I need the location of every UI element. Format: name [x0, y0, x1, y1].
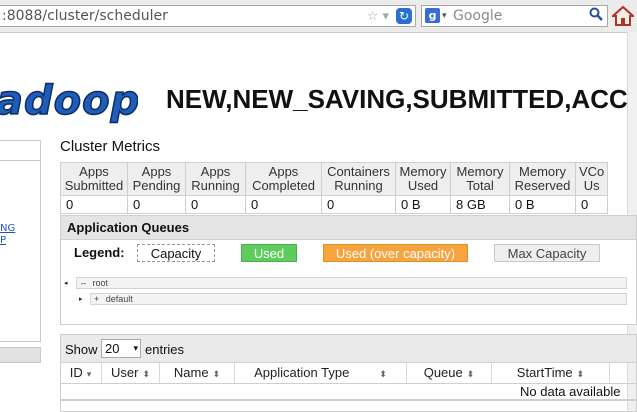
- metrics-value: 0: [321, 195, 396, 214]
- sort-desc-icon: ▾: [86, 369, 92, 379]
- metrics-value: 0: [245, 195, 322, 214]
- column-starttime[interactable]: StartTime ⬍: [492, 363, 610, 383]
- metrics-header-memory-used: Memory Used: [395, 162, 451, 196]
- column-queue[interactable]: Queue ⬍: [407, 363, 492, 383]
- address-bar[interactable]: :8088/cluster/scheduler ☆ ▾ ↻: [0, 5, 416, 27]
- column-user[interactable]: User ⬍: [102, 363, 160, 383]
- sidebar-header: [0, 140, 40, 161]
- queue-toggle[interactable]: +: [94, 294, 99, 304]
- chevron-down-icon[interactable]: ▾: [442, 6, 447, 26]
- metrics-value: 0: [60, 195, 128, 214]
- cluster-metrics-table: Apps Submitted Apps Pending Apps Running Ap…: [60, 162, 609, 214]
- metrics-value: 0: [185, 195, 246, 214]
- hadoop-logo: adoop: [0, 80, 138, 126]
- page-size-select[interactable]: 20 ▾: [101, 339, 141, 358]
- queue-root[interactable]: – root: [76, 277, 627, 289]
- column-application-type[interactable]: Application Type ⬍: [235, 363, 407, 383]
- page-title: NEW,NEW_SAVING,SUBMITTED,ACC: [166, 84, 628, 114]
- reload-icon[interactable]: ↻: [396, 8, 412, 24]
- no-data-message: No data available: [520, 384, 621, 399]
- column-id[interactable]: ID ▾: [60, 363, 102, 383]
- search-placeholder: Google: [453, 8, 503, 24]
- search-bar[interactable]: g ▾ Google: [421, 5, 608, 27]
- metrics-header-memory-total: Memory Total: [450, 162, 510, 196]
- metrics-header-apps-pending: Apps Pending: [127, 162, 186, 196]
- metrics-value: 8 GB: [450, 195, 510, 214]
- bookmark-star-icon[interactable]: ☆ ▾: [367, 7, 389, 27]
- legend-capacity: Capacity: [137, 244, 215, 262]
- metrics-header-memory-reserved: Memory Reserved: [509, 162, 576, 196]
- metrics-value: 0 B: [395, 195, 451, 214]
- sort-icon: ⬍: [212, 369, 221, 379]
- sidebar: [0, 140, 41, 342]
- legend-label: Legend:: [74, 245, 125, 260]
- logo-text: adoop: [0, 80, 138, 125]
- legend-max-capacity: Max Capacity: [494, 244, 600, 262]
- sidebar-footer: [0, 347, 41, 363]
- queue-name: root: [92, 278, 109, 288]
- search-icon[interactable]: [589, 7, 603, 21]
- legend-used: Used: [241, 244, 297, 262]
- metrics-header-apps-completed: Apps Completed: [245, 162, 322, 196]
- google-icon[interactable]: g: [425, 8, 440, 23]
- page-size-value: 20: [105, 341, 120, 356]
- sidebar-link-running[interactable]: NG: [0, 223, 15, 234]
- metrics-header-row: Apps Submitted Apps Pending Apps Running Ap…: [60, 162, 609, 196]
- sort-icon: ⬍: [142, 369, 150, 379]
- queue-name: default: [105, 294, 133, 304]
- metrics-header-vcores-used: VCo Us: [574, 162, 609, 196]
- sort-icon: ⬍: [379, 369, 387, 379]
- metrics-value: 0: [574, 195, 609, 214]
- metrics-header-containers-running: Containers Running: [321, 162, 396, 196]
- sort-icon: ⬍: [576, 369, 585, 379]
- metrics-header-apps-running: Apps Running: [185, 162, 246, 196]
- queue-default[interactable]: + default: [90, 293, 627, 305]
- expand-arrow-icon[interactable]: ▸: [79, 295, 83, 303]
- expand-arrow-icon[interactable]: ◂: [64, 279, 68, 287]
- column-name[interactable]: Name ⬍: [160, 363, 235, 383]
- sidebar-link-app[interactable]: P: [0, 235, 6, 246]
- chevron-down-icon: ▾: [133, 343, 138, 353]
- entries-label: entries: [145, 342, 185, 357]
- legend-over-capacity: Used (over capacity): [323, 244, 468, 262]
- metrics-value: 0 B: [509, 195, 576, 214]
- queue-toggle[interactable]: –: [81, 278, 86, 288]
- address-url: :8088/cluster/scheduler: [2, 8, 168, 24]
- metrics-value: 0: [127, 195, 186, 214]
- home-icon[interactable]: [612, 5, 634, 27]
- table-bottom-border: [60, 399, 637, 401]
- application-queues-title: Application Queues: [60, 215, 637, 240]
- metrics-header-apps-submitted: Apps Submitted: [60, 162, 128, 196]
- show-label: Show: [65, 342, 98, 357]
- metrics-value-row: 0 0 0 0 0 0 B 8 GB 0 B 0: [60, 195, 609, 214]
- sort-icon: ⬍: [466, 369, 475, 379]
- cluster-metrics-title: Cluster Metrics: [60, 138, 161, 155]
